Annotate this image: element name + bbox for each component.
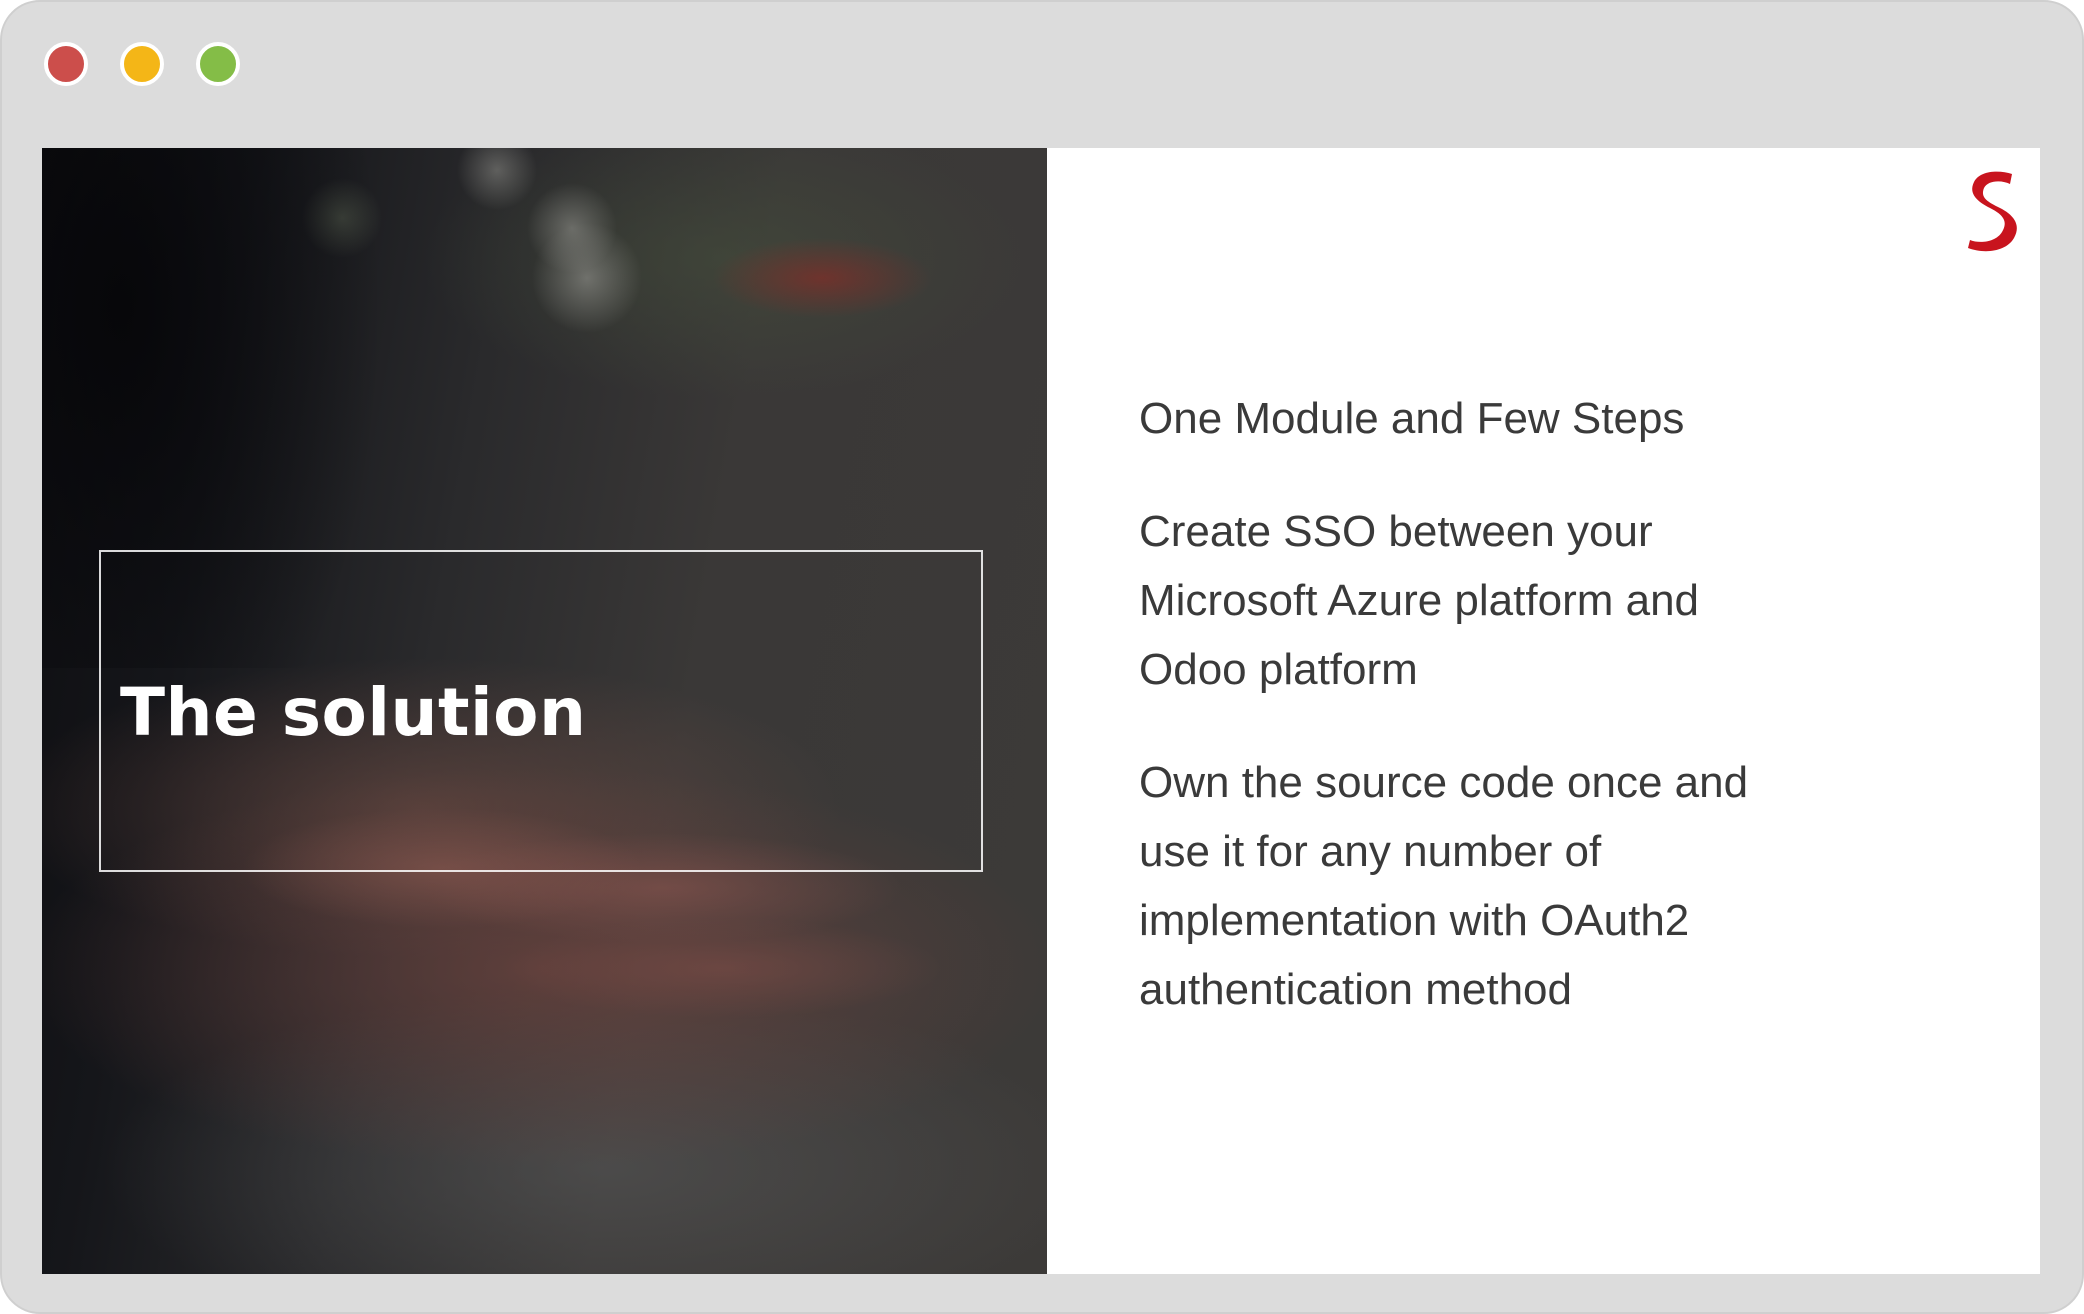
point-line: authentication method bbox=[1139, 965, 1572, 1014]
minimize-button[interactable] bbox=[120, 42, 164, 86]
solution-points: One Module and Few Steps Create SSO betw… bbox=[1139, 384, 1959, 1068]
browser-window: The solution One Module and Few Steps Cr… bbox=[0, 0, 2084, 1314]
point-line: Microsoft Azure platform and bbox=[1139, 576, 1700, 625]
point-line: implementation with OAuth2 bbox=[1139, 896, 1690, 945]
solution-point: One Module and Few Steps bbox=[1139, 384, 1959, 453]
zoom-button[interactable] bbox=[196, 42, 240, 86]
solution-point: Own the source code once and use it for … bbox=[1139, 748, 1959, 1024]
point-line: One Module and Few Steps bbox=[1139, 394, 1685, 443]
close-button[interactable] bbox=[44, 42, 88, 86]
point-line: use it for any number of bbox=[1139, 827, 1602, 876]
solution-point: Create SSO between your Microsoft Azure … bbox=[1139, 497, 1959, 704]
slide-title: The solution bbox=[120, 674, 587, 751]
point-line: Own the source code once and bbox=[1139, 758, 1749, 807]
hands-on-keyboard-photo: The solution bbox=[42, 148, 1047, 1274]
slide: The solution One Module and Few Steps Cr… bbox=[42, 148, 2040, 1274]
point-line: Create SSO between your bbox=[1139, 507, 1653, 556]
brand-s-logo-icon bbox=[1968, 171, 2017, 252]
window-controls bbox=[44, 42, 240, 86]
point-line: Odoo platform bbox=[1139, 645, 1418, 694]
